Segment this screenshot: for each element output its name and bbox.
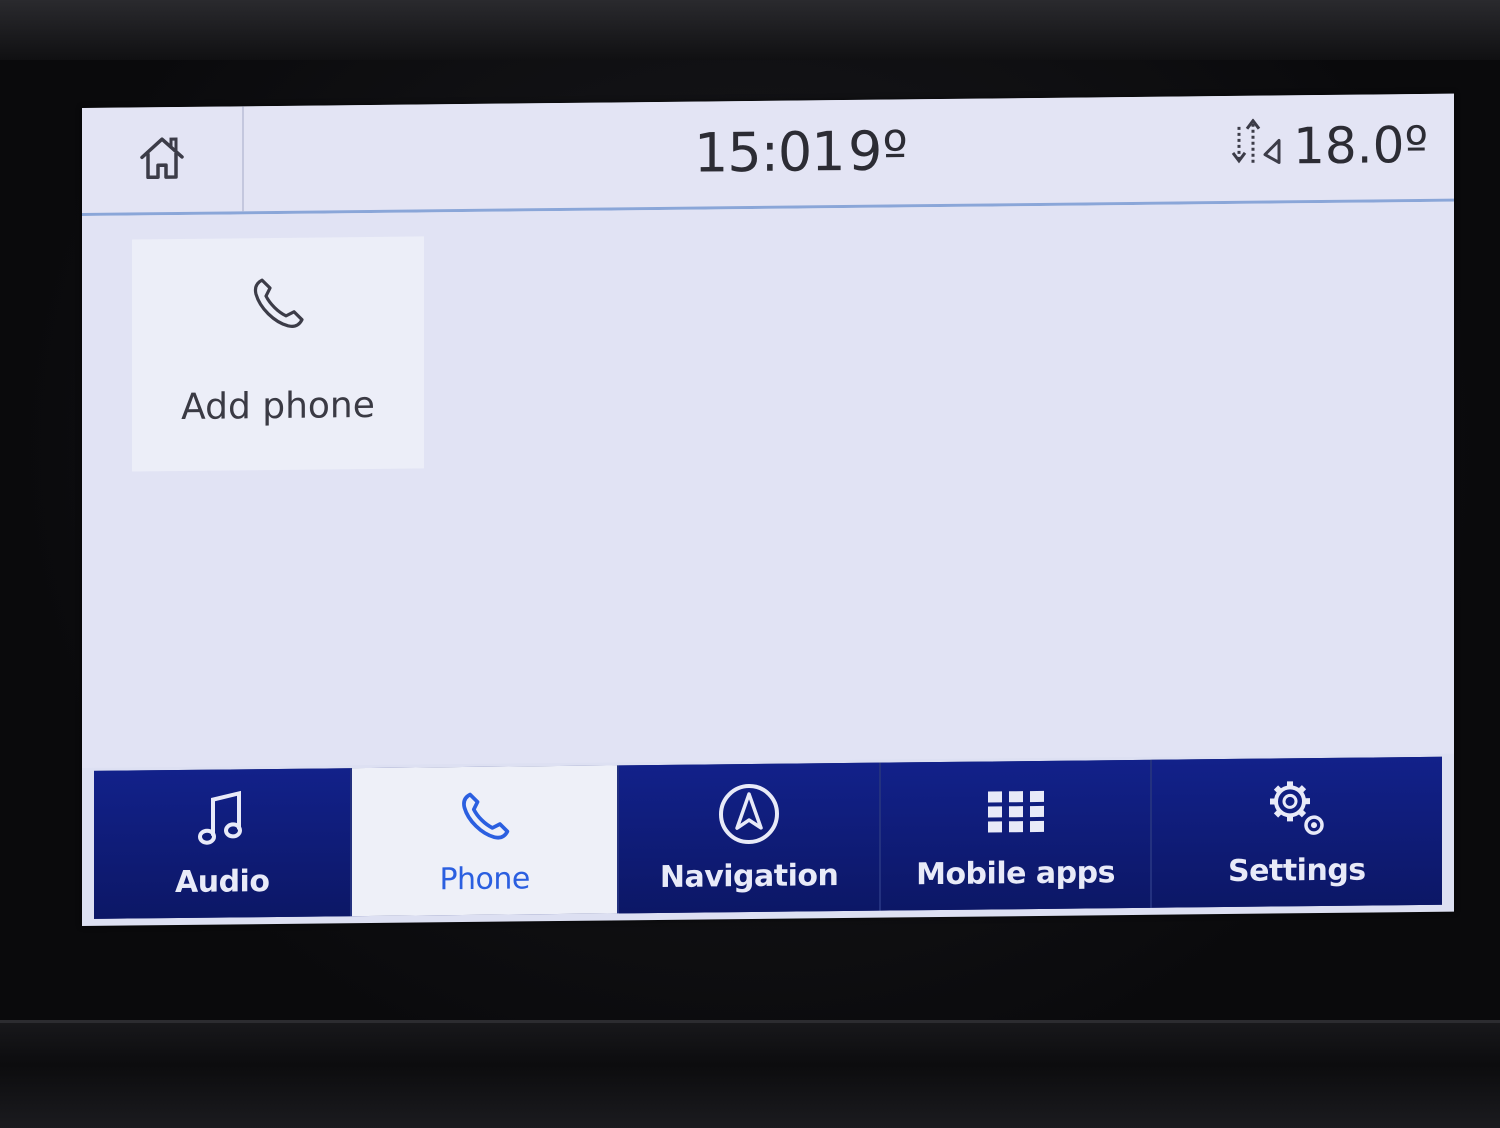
climate-control[interactable]: 18.0º — [1229, 116, 1428, 176]
nav-mobile-apps[interactable]: Mobile apps — [881, 760, 1151, 911]
grid-icon — [986, 788, 1046, 837]
nav-audio[interactable]: Audio — [94, 768, 352, 919]
add-phone-button[interactable]: Add phone — [132, 236, 424, 471]
dashboard-trim — [0, 1020, 1500, 1128]
nav-phone[interactable]: Phone — [352, 765, 618, 916]
climate-temperature: 18.0º — [1293, 116, 1428, 175]
phone-icon — [457, 788, 513, 849]
outside-temperature: 9º — [848, 119, 908, 183]
add-phone-label: Add phone — [132, 384, 424, 428]
airflow-icon — [1229, 118, 1285, 175]
nav-navigation-label: Navigation — [660, 858, 839, 895]
gear-icon — [1264, 774, 1330, 845]
music-note-icon — [197, 789, 247, 854]
nav-navigation[interactable]: Navigation — [619, 763, 881, 914]
bezel-top — [0, 0, 1500, 60]
infotainment-screen: 15:01 9º 18.0º Add phone — [82, 94, 1454, 926]
status-bar: 15:01 9º 18.0º — [82, 94, 1454, 216]
nav-mobile-apps-label: Mobile apps — [916, 855, 1115, 892]
clock: 15:01 — [694, 120, 845, 185]
nav-phone-label: Phone — [439, 861, 529, 897]
home-icon — [136, 132, 188, 187]
home-button[interactable] — [82, 106, 244, 213]
phone-icon — [248, 274, 308, 339]
compass-icon — [717, 781, 781, 850]
nav-audio-label: Audio — [175, 864, 269, 900]
nav-settings[interactable]: Settings — [1152, 757, 1442, 908]
phone-content-area: Add phone — [82, 202, 1454, 768]
bottom-nav-bar: Audio Phone Navigat — [94, 757, 1442, 919]
nav-settings-label: Settings — [1228, 852, 1366, 888]
